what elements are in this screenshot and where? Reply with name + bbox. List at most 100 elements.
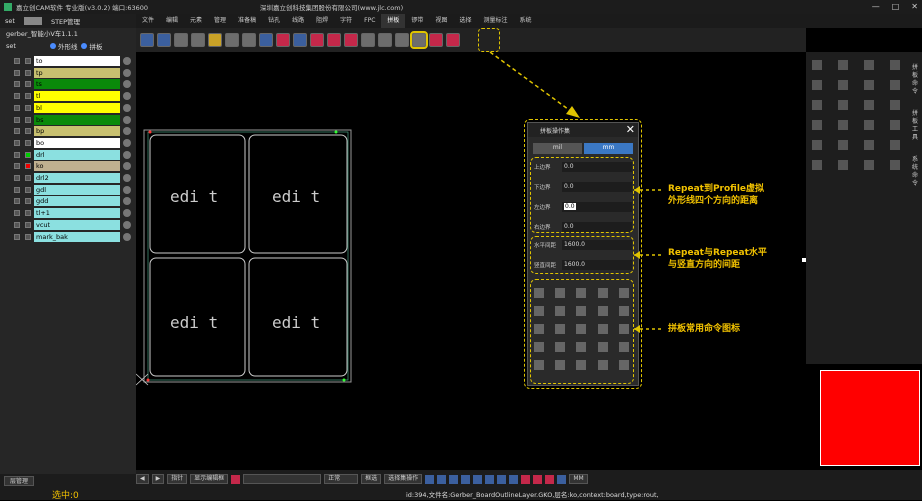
repeat-add-icon[interactable]	[276, 33, 290, 47]
layer-row[interactable]: bp	[0, 126, 136, 137]
layer-row[interactable]: ko	[0, 161, 136, 172]
menu-fpc[interactable]: FPC	[358, 14, 381, 28]
menu-system[interactable]: 系统	[513, 14, 537, 28]
layer-select-checkbox[interactable]	[25, 116, 31, 123]
layer-name[interactable]: tp	[34, 67, 120, 78]
layer-visible-checkbox[interactable]	[14, 93, 20, 100]
mirror-icon[interactable]	[344, 33, 358, 47]
cmd-icon[interactable]	[838, 80, 848, 90]
layer-visible-checkbox[interactable]	[14, 175, 20, 181]
layer-visible-checkbox[interactable]	[14, 221, 20, 228]
layer-select-checkbox[interactable]	[25, 221, 31, 228]
align-bottom-icon[interactable]	[378, 33, 392, 47]
layer-select-checkbox[interactable]	[25, 186, 31, 193]
menu-file[interactable]: 文件	[136, 14, 160, 28]
layer-row[interactable]: bo	[0, 137, 136, 148]
layer-eye-icon[interactable]	[123, 174, 131, 182]
layer-select-checkbox[interactable]	[25, 104, 31, 111]
set-label[interactable]: set	[6, 42, 16, 50]
layer-row[interactable]: vcut	[0, 219, 136, 230]
menu-trace[interactable]: 线路	[286, 14, 310, 28]
layer-name[interactable]: gdl	[34, 184, 120, 195]
job-name[interactable]: gerber_智能小V车1.1.1	[0, 28, 136, 40]
tab-panel-commands[interactable]: 拼板命令	[912, 64, 920, 96]
menu-panelize[interactable]: 拼板	[381, 14, 406, 28]
selection-set-button[interactable]: 选择集操作	[384, 474, 423, 484]
layer-row[interactable]: drl2	[0, 173, 136, 183]
layer-eye-icon[interactable]	[123, 138, 131, 147]
layer-select-checkbox[interactable]	[25, 58, 31, 64]
layer-name[interactable]: drl	[34, 149, 120, 160]
grid-icon[interactable]	[191, 33, 205, 47]
layer-select-checkbox[interactable]	[25, 210, 31, 217]
panel-operations-icon[interactable]	[410, 31, 428, 49]
frame-toggle-icon[interactable]	[231, 474, 241, 484]
cmd-icon[interactable]	[812, 160, 822, 170]
menu-measure[interactable]: 测量标注	[477, 14, 513, 28]
cmd-icon[interactable]	[812, 120, 822, 130]
layer-name[interactable]: tl	[34, 91, 120, 102]
layer-name[interactable]: bp	[34, 126, 120, 137]
layer-eye-icon[interactable]	[123, 220, 131, 229]
menu-element[interactable]: 元素	[184, 14, 208, 28]
info-icon[interactable]	[395, 33, 409, 47]
layer-select-checkbox[interactable]	[25, 128, 31, 135]
snap-icon[interactable]	[485, 474, 495, 484]
layer-row[interactable]: tl+1	[0, 208, 136, 219]
panel-radio[interactable]: 拼板	[81, 41, 102, 51]
draw-line-icon[interactable]	[521, 474, 531, 484]
layer-row[interactable]: drl	[0, 149, 136, 160]
layer-eye-icon[interactable]	[123, 162, 131, 171]
layer-visible-checkbox[interactable]	[14, 139, 20, 146]
cmd-icon[interactable]	[890, 120, 900, 130]
layer-eye-icon[interactable]	[123, 57, 131, 65]
menu-solder[interactable]: 阻焊	[310, 14, 334, 28]
panel-icon[interactable]	[208, 33, 222, 47]
step-switch[interactable]	[23, 17, 42, 25]
layer-eye-icon[interactable]	[123, 80, 131, 89]
layer-row[interactable]: gdd	[0, 196, 136, 207]
layer-select-checkbox[interactable]	[25, 139, 31, 146]
draw-dot-icon[interactable]	[545, 474, 555, 484]
layer-select-checkbox[interactable]	[25, 151, 31, 158]
outline-radio[interactable]: 外形线	[49, 41, 77, 51]
layer-name[interactable]: tl+1	[34, 208, 120, 219]
command-input[interactable]	[243, 474, 322, 484]
layer-name[interactable]: to	[34, 56, 120, 66]
layer-visible-checkbox[interactable]	[14, 210, 20, 217]
circle-icon[interactable]	[437, 474, 447, 484]
cmd-icon[interactable]	[890, 60, 900, 70]
repeat-copy-icon[interactable]	[293, 33, 307, 47]
layer-visible-checkbox[interactable]	[14, 151, 20, 158]
pointer-mode-select[interactable]: 指针	[167, 474, 188, 484]
layer-row[interactable]: tp	[0, 67, 136, 78]
arc-icon[interactable]	[449, 474, 459, 484]
next-arrow-icon[interactable]: ▶	[151, 474, 165, 484]
repeat-icon[interactable]	[259, 33, 273, 47]
menu-manage[interactable]: 管理	[208, 14, 232, 28]
draw-angle-icon[interactable]	[533, 474, 543, 484]
layer-name[interactable]: bs	[34, 114, 120, 125]
layer-visible-checkbox[interactable]	[14, 198, 20, 205]
rect-icon[interactable]	[461, 474, 471, 484]
layer-eye-icon[interactable]	[123, 92, 131, 101]
flip-icon[interactable]	[327, 33, 341, 47]
layer-name[interactable]: bo	[34, 137, 120, 148]
menu-view[interactable]: 视图	[429, 14, 453, 28]
cmd-icon[interactable]	[864, 60, 874, 70]
cmd-icon[interactable]	[890, 100, 900, 110]
cmd-icon[interactable]	[864, 140, 874, 150]
menu-prepare[interactable]: 准备稿	[232, 14, 262, 28]
cmd-icon[interactable]	[812, 80, 822, 90]
layer-select-checkbox[interactable]	[25, 69, 31, 76]
layer-select-checkbox[interactable]	[25, 198, 31, 205]
layer-eye-icon[interactable]	[123, 197, 131, 206]
outline-icon[interactable]	[429, 33, 443, 47]
layer-row[interactable]: ts	[0, 79, 136, 90]
layer-visible-checkbox[interactable]	[14, 58, 20, 64]
cmd-icon[interactable]	[812, 60, 822, 70]
measure-icon[interactable]	[557, 474, 567, 484]
tab-step-manage[interactable]: STEP管理	[46, 16, 85, 26]
matrix-icon[interactable]	[225, 33, 239, 47]
delete-icon[interactable]	[310, 33, 324, 47]
